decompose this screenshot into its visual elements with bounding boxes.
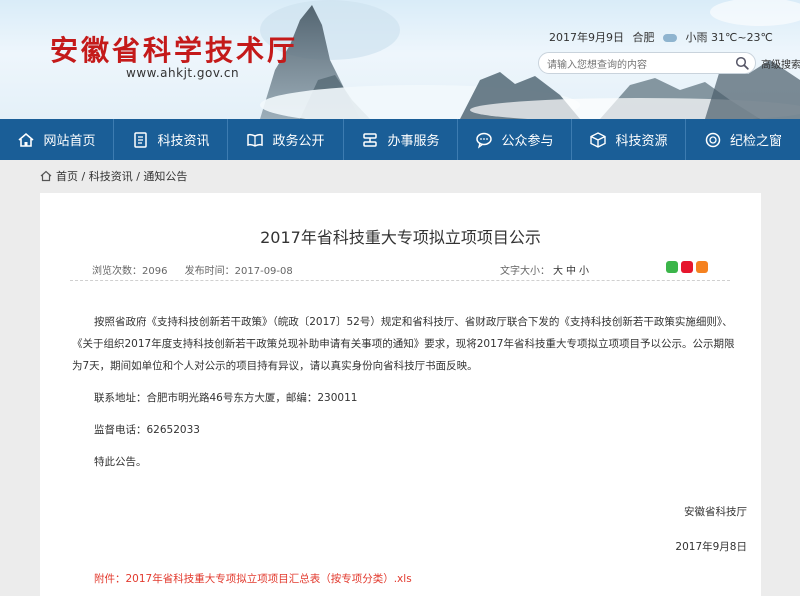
nav-item-news[interactable]: 科技资讯 <box>114 119 228 160</box>
breadcrumb: 首页 / 科技资讯 / 通知公告 <box>40 168 187 184</box>
breadcrumb-home[interactable]: 首页 <box>56 170 78 183</box>
article-body: 按照省政府《支持科技创新若干政策》（皖政〔2017〕52号）规定和省科技厅、省财… <box>72 311 737 483</box>
font-size-small[interactable]: 小 <box>579 266 589 277</box>
nav-item-label: 科技资源 <box>615 134 668 149</box>
nav-item-services[interactable]: 办事服务 <box>344 119 458 160</box>
breadcrumb-separator: / <box>78 170 89 183</box>
search-box <box>538 52 756 76</box>
home-icon <box>18 132 35 147</box>
font-size-medium[interactable]: 中 <box>566 266 576 277</box>
nav-item-label: 公众参与 <box>501 134 554 149</box>
nav-item-participation[interactable]: 公众参与 <box>458 119 572 160</box>
site-url: www.ahkjt.gov.cn <box>126 66 240 80</box>
font-size-label: 文字大小： <box>500 266 550 277</box>
nav-item-label: 纪检之窗 <box>729 134 782 149</box>
nav-item-label: 办事服务 <box>387 134 440 149</box>
cube-icon <box>590 131 607 148</box>
nav-item-label: 网站首页 <box>43 134 96 149</box>
advanced-search-link[interactable]: 高级搜索 <box>761 56 800 71</box>
nav-item-home[interactable]: 网站首页 <box>0 119 114 160</box>
more-share-icon[interactable] <box>696 261 708 273</box>
article-title: 2017年省科技重大专项拟立项项目公示 <box>260 228 541 247</box>
share-bar <box>666 261 711 273</box>
wechat-share-icon[interactable] <box>666 261 678 273</box>
nav-item-label: 科技资讯 <box>157 134 210 149</box>
city-text: 合肥 <box>632 31 655 44</box>
font-size-control: 文字大小：大中小 <box>500 262 589 277</box>
attachment-link[interactable]: 附件：2017年省科技重大专项拟立项项目汇总表（按专项分类）.xls <box>94 571 412 586</box>
view-count: 浏览次数：2096 <box>92 266 168 277</box>
site-header: 安徽省科学技术厅 www.ahkjt.gov.cn 2017年9月9日 合肥 小… <box>0 0 800 119</box>
document-icon <box>134 131 148 148</box>
nav-item-label: 政务公开 <box>272 134 325 149</box>
search-input[interactable] <box>547 55 727 76</box>
book-icon <box>247 133 264 147</box>
chat-icon <box>476 132 493 149</box>
publish-date: 发布时间：2017-09-08 <box>184 266 293 277</box>
article-panel: 2017年省科技重大专项拟立项项目公示 浏览次数：2096 发布时间：2017-… <box>40 193 761 596</box>
breadcrumb-separator: / <box>132 170 144 183</box>
service-icon <box>363 132 378 147</box>
nav-item-resources[interactable]: 科技资源 <box>572 119 686 160</box>
search-icon[interactable] <box>735 56 749 70</box>
signature-date: 2017年9月8日 <box>675 541 747 553</box>
font-size-large[interactable]: 大 <box>553 266 563 277</box>
date-weather: 2017年9月9日 合肥 小雨 31℃~23℃ <box>549 29 778 45</box>
breadcrumb-current[interactable]: 通知公告 <box>143 170 187 183</box>
date-text: 2017年9月9日 <box>549 31 624 44</box>
site-title[interactable]: 安徽省科学技术厅 <box>50 29 298 69</box>
contact-address: 联系地址：合肥市明光路46号东方大厦，邮编：230011 <box>94 392 358 404</box>
article-paragraph: 按照省政府《支持科技创新若干政策》（皖政〔2017〕52号）规定和省科技厅、省财… <box>72 316 735 372</box>
closing-notice: 特此公告。 <box>94 456 147 468</box>
badge-icon <box>705 132 721 147</box>
supervision-phone: 监督电话：62652033 <box>94 424 200 436</box>
weather-text: 小雨 31℃~23℃ <box>685 31 773 44</box>
weibo-share-icon[interactable] <box>681 261 693 273</box>
cloud-icon <box>663 34 677 42</box>
signature: 安徽省科技厅 <box>684 506 747 518</box>
home-icon <box>40 170 52 182</box>
article-meta: 浏览次数：2096 发布时间：2017-09-08 <box>92 262 307 277</box>
nav-item-discipline[interactable]: 纪检之窗 <box>686 119 800 160</box>
main-nav: 网站首页 科技资讯 政务公开 办事服务 公众参与 科技资源 纪检之窗 <box>0 119 800 160</box>
breadcrumb-section[interactable]: 科技资讯 <box>89 170 133 183</box>
nav-item-gov-affairs[interactable]: 政务公开 <box>228 119 344 160</box>
divider <box>70 280 730 281</box>
